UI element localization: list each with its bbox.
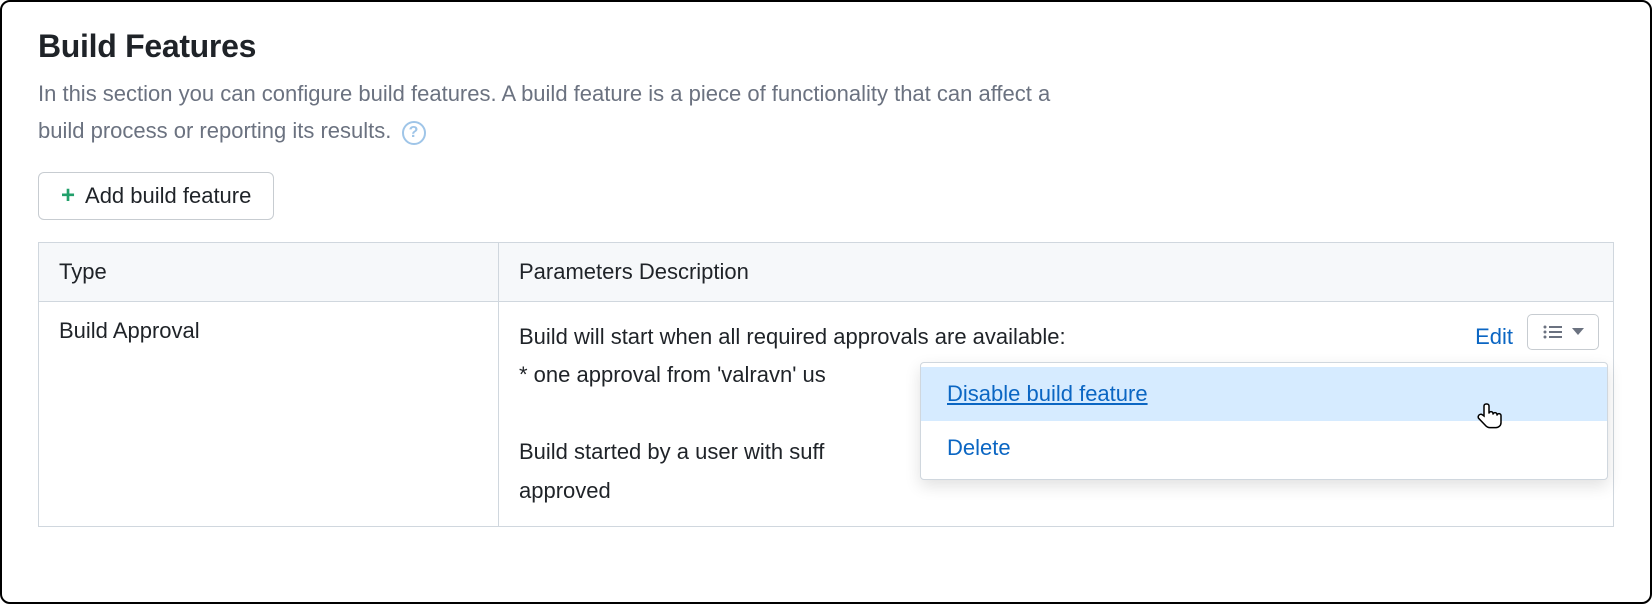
plus-icon: + <box>61 184 75 208</box>
help-icon[interactable]: ? <box>402 121 426 145</box>
page-subtitle: In this section you can configure build … <box>38 75 1238 150</box>
page-title: Build Features <box>38 28 1614 65</box>
column-header-parameters: Parameters Description <box>499 242 1614 301</box>
dropdown-item-disable[interactable]: Disable build feature <box>921 367 1607 421</box>
edit-link[interactable]: Edit <box>1475 318 1513 357</box>
param-line-2: * one approval from 'valravn' us <box>519 362 826 387</box>
param-line-1: Build will start when all required appro… <box>519 324 1066 349</box>
list-icon <box>1542 324 1564 340</box>
dropdown-item-delete[interactable]: Delete <box>921 421 1607 475</box>
column-header-type: Type <box>39 242 499 301</box>
panel-frame: Build Features In this section you can c… <box>0 0 1652 604</box>
param-line-4: approved <box>519 478 611 503</box>
row-actions-dropdown: Disable build feature Delete <box>920 362 1608 480</box>
feature-type-cell: Build Approval <box>39 301 499 527</box>
subtitle-line-1: In this section you can configure build … <box>38 81 1050 106</box>
chevron-down-icon <box>1572 328 1584 335</box>
subtitle-line-2: build process or reporting its results. <box>38 118 391 143</box>
add-build-feature-button[interactable]: + Add build feature <box>38 172 274 220</box>
add-build-feature-label: Add build feature <box>85 183 251 209</box>
row-actions-menu-button[interactable] <box>1527 314 1599 350</box>
param-line-3: Build started by a user with suff <box>519 439 824 464</box>
